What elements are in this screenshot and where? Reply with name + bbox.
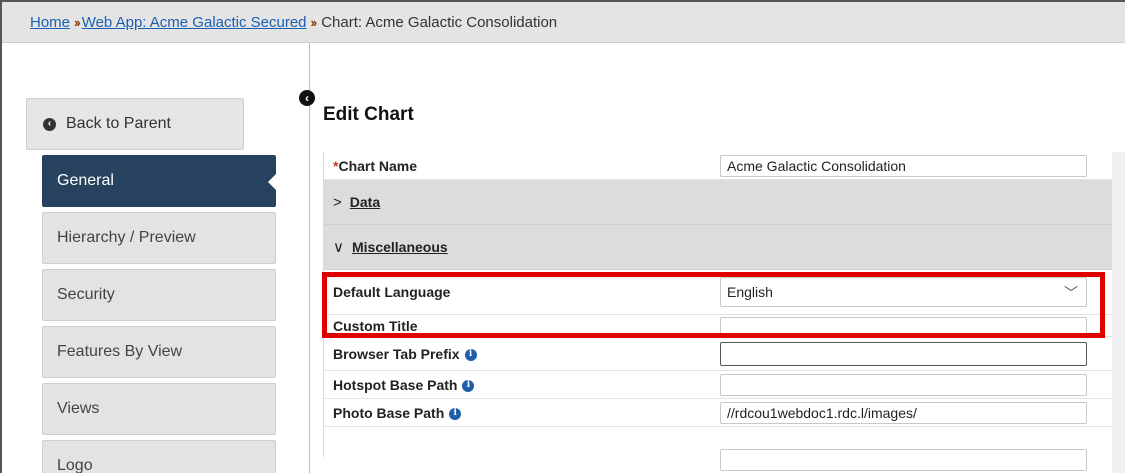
- breadcrumb-separator: ››: [74, 14, 81, 30]
- custom-title-input[interactable]: [720, 316, 1087, 335]
- breadcrumb-home-link[interactable]: Home: [30, 14, 70, 31]
- sidebar-item-views[interactable]: Views: [42, 383, 276, 435]
- sidebar-item-label: General: [57, 172, 114, 189]
- sidebar-item-general[interactable]: General: [42, 155, 276, 207]
- default-language-row: Default Language English ﹀: [324, 270, 1112, 315]
- edit-header: ‹ Edit Chart: [299, 90, 414, 126]
- default-language-value: English: [727, 284, 773, 300]
- sidebar-item-label: Views: [57, 400, 100, 417]
- chart-name-row: *Chart Name Acme Galactic Consolidation: [324, 152, 1112, 180]
- breadcrumb-separator: ››: [310, 14, 318, 30]
- sidebar-item-label: Features By View: [57, 343, 183, 360]
- photo-base-path-input[interactable]: //rdcou1webdoc1.rdc.l/images/: [720, 401, 1087, 424]
- chart-name-label: *Chart Name: [333, 157, 418, 174]
- info-icon[interactable]: i: [449, 407, 462, 420]
- browser-tab-prefix-input[interactable]: [720, 341, 1087, 366]
- hotspot-base-path-row: Hotspot Base Path i: [324, 371, 1112, 399]
- data-section-label: Data: [349, 194, 381, 210]
- back-to-parent-label: Back to Parent: [66, 115, 171, 132]
- hotspot-base-path-input[interactable]: [720, 373, 1087, 396]
- chevron-down-icon: ∨: [333, 239, 344, 256]
- sidebar-item-hierarchy-preview[interactable]: Hierarchy / Preview: [42, 212, 276, 264]
- scrollbar[interactable]: [1112, 152, 1125, 473]
- sidebar-item-label: Hierarchy / Preview: [57, 229, 196, 246]
- page-title: Edit Chart: [323, 104, 414, 125]
- sidebar-item-features-by-view[interactable]: Features By View: [42, 326, 276, 378]
- next-row-partial: [324, 427, 1112, 471]
- breadcrumb-web-app-link[interactable]: Web App: Acme Galactic Secured: [82, 14, 307, 31]
- chevron-left-circle-icon: ‹: [43, 117, 56, 131]
- photo-base-path-row: Photo Base Path i //rdcou1webdoc1.rdc.l/i…: [324, 399, 1112, 427]
- info-icon[interactable]: i: [464, 348, 477, 361]
- misc-section-header[interactable]: ∨ Miscellaneous: [324, 225, 1112, 270]
- data-section-header[interactable]: > Data: [324, 180, 1112, 225]
- back-to-parent-button[interactable]: ‹ Back to Parent: [26, 98, 244, 150]
- sidebar-item-security[interactable]: Security: [42, 269, 276, 321]
- info-icon[interactable]: i: [462, 379, 475, 392]
- chevron-down-icon: ﹀: [1064, 285, 1078, 301]
- misc-section-label: Miscellaneous: [351, 239, 448, 255]
- custom-title-label: Custom Title: [333, 317, 418, 334]
- chart-name-input[interactable]: Acme Galactic Consolidation: [720, 154, 1087, 177]
- breadcrumb: Home ›› Web App: Acme Galactic Secured ›…: [2, 2, 1125, 43]
- default-language-label: Default Language: [333, 284, 451, 300]
- sidebar-item-logo[interactable]: Logo: [42, 440, 276, 473]
- breadcrumb-current: Chart: Acme Galactic Consolidation: [321, 13, 558, 31]
- browser-tab-prefix-row: Browser Tab Prefix i: [324, 337, 1112, 371]
- default-language-select[interactable]: English ﹀: [720, 277, 1087, 307]
- chevron-right-icon: >: [333, 193, 342, 211]
- chevron-left-circle-icon[interactable]: ‹: [299, 90, 315, 106]
- sidebar-item-label: Security: [57, 286, 115, 303]
- chart-form: *Chart Name Acme Galactic Consolidation …: [323, 152, 1113, 471]
- browser-tab-prefix-label: Browser Tab Prefix i: [324, 346, 714, 362]
- custom-title-row: Custom Title: [324, 315, 1112, 337]
- app-window: Home ›› Web App: Acme Galactic Secured ›…: [0, 0, 1125, 473]
- sidebar-item-label: Logo: [57, 457, 93, 473]
- hotspot-base-path-label: Hotspot Base Path i: [324, 377, 714, 393]
- photo-base-path-label: Photo Base Path i: [324, 405, 714, 421]
- next-row-input[interactable]: [720, 449, 1087, 471]
